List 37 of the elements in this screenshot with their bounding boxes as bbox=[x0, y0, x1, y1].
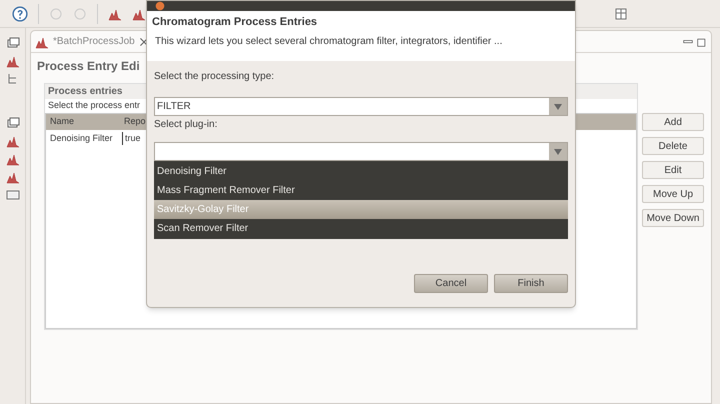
caret-icon bbox=[554, 148, 562, 154]
side-button[interactable]: Delete bbox=[642, 137, 704, 155]
side-button[interactable]: Edit bbox=[642, 161, 704, 179]
side-button[interactable]: Move Up bbox=[642, 185, 704, 203]
restore-icon[interactable] bbox=[6, 116, 20, 130]
field-label: Select plug-in: bbox=[154, 118, 218, 132]
column-header[interactable]: Repo bbox=[122, 114, 148, 128]
dropdown-option[interactable]: Denoising Filter bbox=[154, 162, 568, 181]
field-label: Select the processing type: bbox=[154, 70, 276, 84]
close-icon[interactable] bbox=[155, 1, 165, 11]
column-header[interactable]: Name bbox=[46, 114, 122, 128]
dropdown-button[interactable] bbox=[549, 98, 567, 115]
type-combo[interactable]: FILTER bbox=[154, 97, 568, 116]
close-icon[interactable] bbox=[138, 36, 149, 46]
dialog-button[interactable]: Finish bbox=[494, 274, 568, 293]
restore-icon[interactable] bbox=[6, 36, 20, 50]
chromatogram-icon[interactable] bbox=[6, 170, 20, 184]
dropdown-option[interactable]: Mass Fragment Remover Filter bbox=[154, 181, 568, 200]
help-icon[interactable] bbox=[12, 6, 28, 22]
dialog-description: This wizard lets you select several chromatogram filter, integrators, identifier ... bbox=[154, 34, 504, 48]
chromatogram-icon[interactable] bbox=[6, 134, 20, 148]
dialog-button[interactable]: Cancel bbox=[414, 274, 488, 293]
dialog-title: Chromatogram Process Entries bbox=[152, 15, 318, 30]
side-button[interactable]: Move Down bbox=[642, 209, 704, 227]
table-icon[interactable] bbox=[614, 6, 628, 20]
table-cell: true bbox=[122, 132, 143, 146]
caret-icon bbox=[554, 104, 562, 110]
window-icon[interactable] bbox=[6, 188, 20, 202]
section-description: Select the process entr bbox=[47, 99, 142, 112]
chromatogram-icon[interactable] bbox=[6, 152, 20, 166]
dropdown-option[interactable]: Scan Remover Filter bbox=[154, 219, 568, 238]
maximize-icon[interactable] bbox=[697, 36, 707, 46]
editor-heading: Process Entry Edi bbox=[37, 58, 140, 75]
side-button[interactable]: Add bbox=[642, 113, 704, 131]
table-cell-text: Denoising Filter bbox=[49, 132, 114, 145]
dropdown-button[interactable] bbox=[549, 143, 567, 160]
chromatogram-icon[interactable] bbox=[6, 54, 20, 68]
